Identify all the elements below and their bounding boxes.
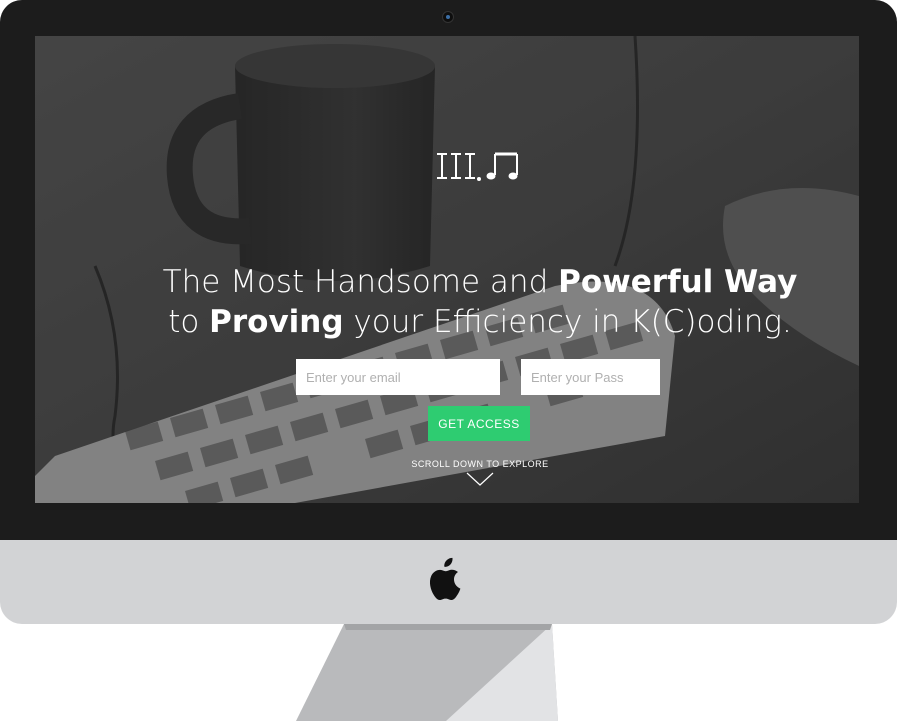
- email-input[interactable]: [296, 359, 500, 395]
- monitor-stand: [296, 624, 558, 721]
- logo-icon: [437, 152, 518, 181]
- headline-bold-1: Powerful Way: [558, 264, 798, 300]
- headline-text-2: to: [168, 304, 210, 340]
- headline-text-3: your Efficiency in K(C)oding.: [343, 304, 792, 340]
- get-access-button[interactable]: GET ACCESS: [428, 406, 530, 441]
- hero-headline: The Most Handsome and Powerful Way to Pr…: [35, 262, 859, 342]
- monitor-chin: [0, 540, 897, 624]
- headline-line-2: to Proving your Efficiency in K(C)oding.: [35, 302, 859, 342]
- imac-mockup: The Most Handsome and Powerful Way to Pr…: [0, 0, 897, 721]
- headline-line-1: The Most Handsome and Powerful Way: [35, 262, 859, 302]
- scroll-down-label[interactable]: SCROLL DOWN TO EXPLORE: [375, 459, 585, 469]
- headline-text-1: The Most Handsome and: [162, 264, 559, 300]
- password-input[interactable]: [521, 359, 660, 395]
- screen: The Most Handsome and Powerful Way to Pr…: [35, 36, 859, 503]
- camera-icon: [443, 12, 453, 22]
- headline-bold-2: Proving: [209, 304, 344, 340]
- apple-logo-icon: [429, 557, 461, 600]
- chevron-down-icon[interactable]: [465, 470, 495, 488]
- bars-music-note-logo: [433, 148, 521, 184]
